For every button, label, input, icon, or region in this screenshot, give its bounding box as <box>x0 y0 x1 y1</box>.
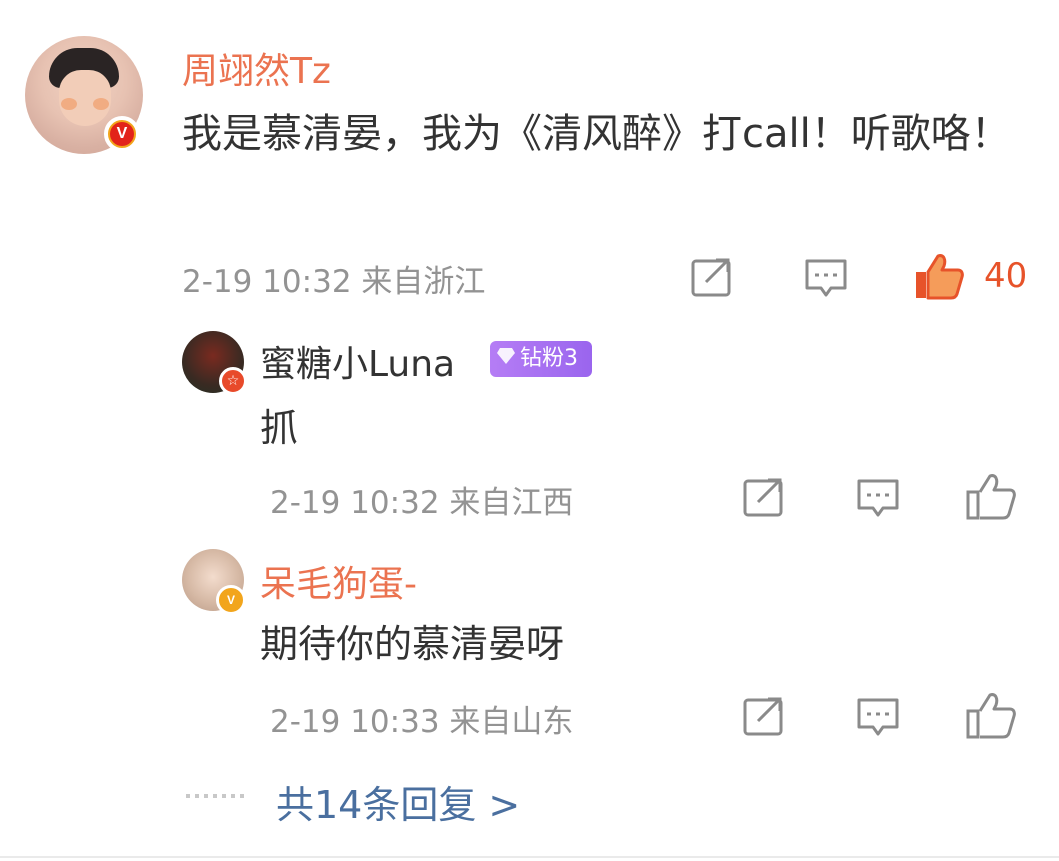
comment-icon[interactable] <box>804 258 848 300</box>
share-icon[interactable] <box>742 695 786 737</box>
verified-badge-icon: V <box>104 116 140 152</box>
comment-text: 我是慕清晏，我为《清风醉》打call！听歌咯！ <box>182 111 1011 157</box>
reply-timestamp: 2-19 10:33 来自山东 <box>270 704 574 740</box>
reply-timestamp: 2-19 10:32 来自江西 <box>270 485 574 521</box>
comment-icon[interactable] <box>856 478 900 520</box>
member-star-icon: ☆ <box>219 367 247 395</box>
thumb-up-icon[interactable] <box>966 691 1016 739</box>
avatar-cheek <box>61 98 77 110</box>
comment-timestamp: 2-19 10:32 来自浙江 <box>182 264 486 300</box>
reply-username[interactable]: 呆毛狗蛋- <box>260 555 417 607</box>
more-replies-link[interactable]: 共14条回复 > <box>276 774 520 829</box>
avatar-cheek <box>93 98 109 110</box>
fan-level-label: 钻粉3 <box>520 346 578 371</box>
reply-text: 抓 <box>260 406 299 450</box>
divider <box>0 856 1059 858</box>
fan-level-badge: 钻粉3 <box>490 341 592 377</box>
reply-text: 期待你的慕清晏呀 <box>260 622 565 666</box>
share-icon[interactable] <box>690 256 734 298</box>
reply-username[interactable]: 蜜糖小Luna <box>260 335 455 387</box>
verified-badge-icon: V <box>216 585 246 615</box>
diamond-icon <box>496 341 516 377</box>
comment-icon[interactable] <box>856 697 900 739</box>
divider-dots <box>186 794 246 798</box>
thumb-up-icon[interactable] <box>966 472 1016 520</box>
liked-thumb-icon[interactable] <box>914 252 964 300</box>
like-count: 40 <box>984 256 1028 296</box>
share-icon[interactable] <box>742 476 786 518</box>
comment-username[interactable]: 周翊然Tz <box>182 42 331 94</box>
